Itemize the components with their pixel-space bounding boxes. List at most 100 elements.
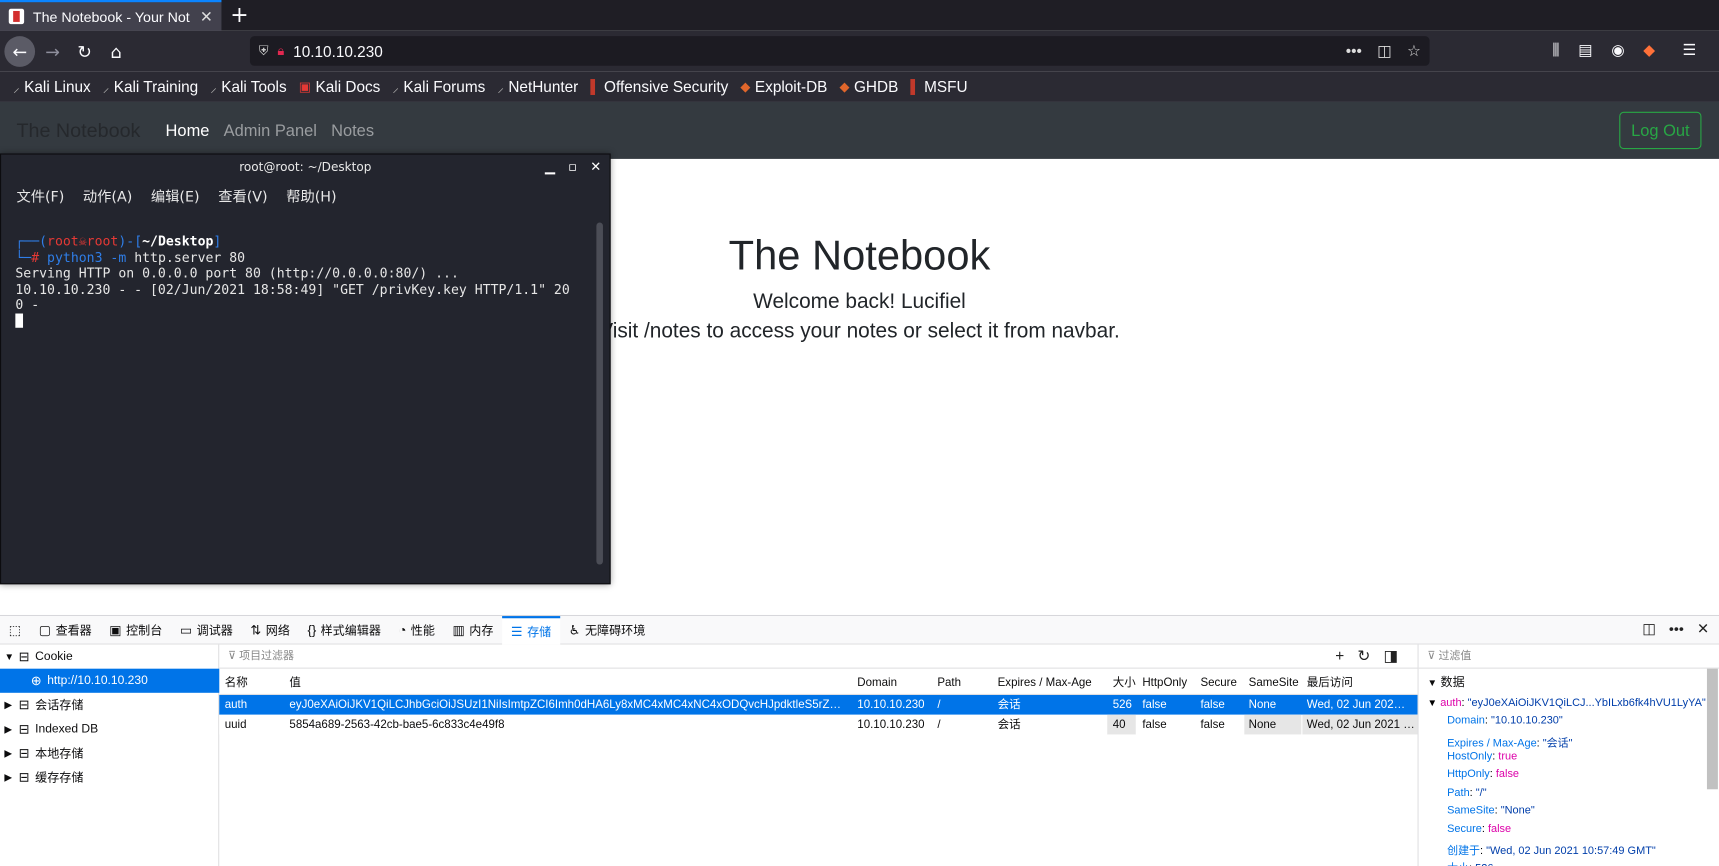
kali-dragon-icon: ⸝ [102, 79, 110, 95]
column-header[interactable]: Domain [857, 670, 897, 694]
tree-session-storage[interactable]: ▶ ⊟ 会话存储 [4, 693, 83, 717]
bookmark-nethunter[interactable]: ⸝ NetHunter [497, 77, 578, 96]
minimize-icon[interactable]: ▁ [545, 159, 555, 174]
msfu-icon: ▌ [910, 78, 920, 95]
column-header[interactable]: 最后访问 [1307, 670, 1353, 694]
table-row[interactable]: uuid 5854a689-2563-42cb-bae5-6c833c4e49f… [219, 714, 1418, 735]
bookmark-msfu[interactable]: ▌ MSFU [910, 78, 967, 96]
tab-close-icon[interactable]: ✕ [200, 7, 213, 26]
close-icon[interactable]: ✕ [590, 159, 601, 174]
tree-cache-storage[interactable]: ▶ ⊟ 缓存存储 [4, 765, 83, 789]
new-tab-button[interactable]: + [230, 2, 248, 26]
column-header[interactable]: Secure [1200, 670, 1236, 694]
column-header[interactable]: SameSite [1249, 670, 1299, 694]
tab-label: 调试器 [196, 624, 233, 638]
sidebar-icon[interactable]: ▤ [1578, 42, 1593, 60]
cell-httponly: false [1142, 698, 1167, 712]
forward-button[interactable]: → [37, 36, 68, 67]
tab-accessibility[interactable]: ♿︎ 无障碍环境 [560, 616, 654, 645]
url-text[interactable]: 10.10.10.230 [293, 42, 383, 60]
tree-local-storage[interactable]: ▶ ⊟ 本地存储 [4, 741, 83, 765]
tab-style-editor[interactable]: {} 样式编辑器 [299, 616, 390, 645]
dock-options-icon[interactable]: ◫ [1642, 620, 1655, 638]
menu-file[interactable]: 文件(F) [16, 185, 64, 206]
url-bar[interactable]: ⛨ 🔒︎ 10.10.10.230 ••• ◫ ☆ [249, 36, 1430, 66]
browser-tab[interactable]: The Notebook - Your Not ✕ [0, 0, 222, 31]
home-button[interactable]: ⌂ [101, 36, 132, 67]
bookmark-offensive-security[interactable]: ▌ Offensive Security [590, 78, 728, 96]
exploit-db-icon: ◆ [740, 78, 751, 95]
library-icon[interactable]: ⫼ [1552, 42, 1559, 60]
bookmark-kali-linux[interactable]: ⸝ Kali Linux [13, 77, 91, 96]
menu-view[interactable]: 查看(V) [218, 185, 267, 206]
sidebar-scrollbar[interactable] [1706, 668, 1718, 790]
tab-debugger[interactable]: ▭ 调试器 [171, 616, 242, 645]
tree-cookie[interactable]: ▼ ⊟ Cookie [4, 645, 72, 669]
logout-button[interactable]: Log Out [1619, 111, 1702, 150]
tab-performance[interactable]: ◔ 性能 [390, 616, 444, 645]
maximize-icon[interactable]: ▫ [568, 159, 577, 174]
column-header[interactable]: HttpOnly [1142, 670, 1187, 694]
tab-inspector[interactable]: ▢ 查看器 [30, 616, 101, 645]
bookmark-kali-forums[interactable]: ⸝ Kali Forums [392, 77, 485, 96]
reload-button[interactable]: ↻ [69, 36, 100, 67]
menu-action[interactable]: 动作(A) [83, 185, 132, 206]
notebook-favicon-icon [8, 8, 25, 25]
more-options-icon[interactable]: ••• [1669, 620, 1684, 638]
pocket-icon[interactable]: ◫ [1377, 42, 1392, 61]
tree-indexed-db[interactable]: ▶ ⊟ Indexed DB [4, 717, 98, 741]
page-actions-icon[interactable]: ••• [1346, 42, 1362, 61]
back-button[interactable]: ← [4, 36, 36, 67]
nav-admin-panel[interactable]: Admin Panel [224, 122, 317, 141]
shield-icon[interactable]: ⛨ [259, 43, 269, 59]
nav-notes[interactable]: Notes [331, 122, 374, 141]
account-icon[interactable]: ◉ [1611, 42, 1624, 60]
element-picker-button[interactable]: ⬚ [0, 616, 30, 645]
menu-help[interactable]: 帮助(H) [286, 185, 336, 206]
data-section[interactable]: ▼ 数据 [1427, 673, 1464, 691]
column-header[interactable]: 大小 [1113, 670, 1136, 694]
table-row[interactable]: auth eyJ0eXAiOiJKV1QiLCJhbGciOiJSUzI1NiI… [219, 694, 1418, 715]
column-header[interactable]: Path [937, 670, 961, 694]
bookmark-kali-tools[interactable]: ⸝ Kali Tools [210, 77, 286, 96]
cell-samesite: None [1248, 698, 1277, 712]
insecure-lock-icon[interactable]: 🔒︎ [277, 43, 284, 59]
nav-home[interactable]: Home [166, 122, 210, 141]
terminal-scrollbar[interactable] [596, 222, 603, 565]
bookmark-label: Kali Linux [24, 77, 91, 96]
database-icon: ⊟ [18, 648, 30, 665]
menu-edit[interactable]: 编辑(E) [151, 185, 200, 206]
toggle-sidebar-icon[interactable]: ◨ [1383, 647, 1398, 666]
refresh-icon[interactable]: ↻ [1357, 647, 1370, 666]
terminal-window[interactable]: root@root: ~/Desktop ▁ ▫ ✕ 文件(F) 动作(A) 编… [0, 153, 611, 585]
close-devtools-icon[interactable]: ✕ [1697, 620, 1709, 638]
menu-hamburger-icon[interactable]: ☰ [1682, 42, 1696, 60]
filter-placeholder: 过滤值 [1438, 650, 1472, 663]
add-item-icon[interactable]: + [1335, 647, 1344, 666]
bookmark-exploit-db[interactable]: ◆ Exploit-DB [740, 78, 827, 96]
column-header[interactable]: Expires / Max-Age [998, 670, 1092, 694]
column-header[interactable]: 值 [289, 670, 301, 694]
site-brand[interactable]: The Notebook [16, 119, 140, 142]
terminal-output[interactable]: ┌──(root☠root)-[~/Desktop] └─# python3 -… [15, 233, 570, 328]
kali-dragon-icon: ⸝ [392, 79, 400, 95]
column-header[interactable]: 名称 [225, 670, 248, 694]
value-filter-input[interactable]: ⊽ 过滤值 [1418, 645, 1719, 669]
cell-last-accessed: Wed, 02 Jun 2021 10:57:49 GMT [1302, 714, 1418, 735]
home-icon: ⌂ [110, 41, 122, 62]
auth-entry[interactable]: ▼ auth: "eyJ0eXAiOiJKV1QiLCJ...YbILxb6fk… [1427, 697, 1705, 709]
bookmark-kali-docs[interactable]: ▣ Kali Docs [299, 78, 381, 96]
bookmark-label: Kali Tools [221, 77, 287, 96]
bookmark-star-icon[interactable]: ☆ [1407, 42, 1421, 61]
item-filter-input[interactable]: ⊽ 项目过滤器 [219, 645, 1418, 669]
tab-console[interactable]: ▣ 控制台 [101, 616, 172, 645]
tab-storage[interactable]: ☰ 存储 [502, 615, 561, 645]
tab-memory[interactable]: ▥ 内存 [444, 616, 502, 645]
extension-fox-icon[interactable]: ◆ [1643, 42, 1655, 60]
bookmark-ghdb[interactable]: ◆ GHDB [839, 78, 898, 96]
tree-cookie-host[interactable]: ⊕ http://10.10.10.230 [0, 668, 220, 693]
tab-network[interactable]: ⇅ 网络 [242, 616, 299, 645]
cell-expires: 会话 [997, 698, 1021, 712]
bookmark-kali-training[interactable]: ⸝ Kali Training [103, 77, 198, 96]
tree-label: Cookie [35, 650, 73, 664]
